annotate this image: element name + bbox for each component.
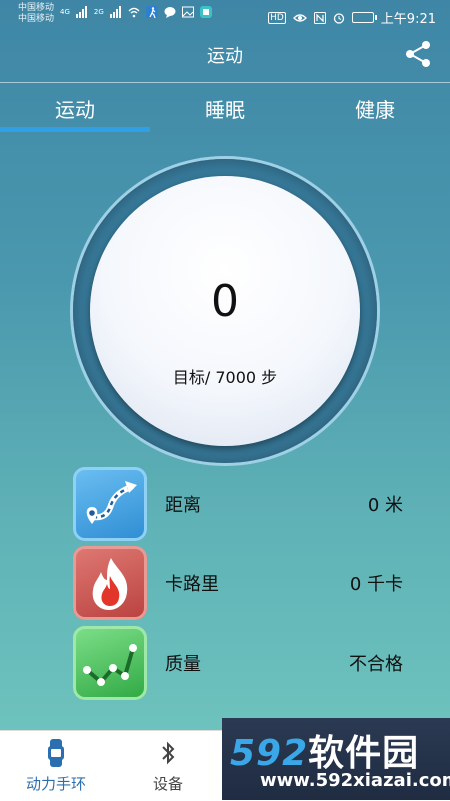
- stat-calories-label: 卡路里: [165, 574, 219, 595]
- alarm-icon: [333, 12, 344, 24]
- tab-exercise[interactable]: 运动: [0, 90, 150, 132]
- step-count: 0: [211, 276, 239, 327]
- status-bar: 中国移动 中国移动 4G 2G HD 上午9:21: [0, 0, 450, 30]
- chat-icon: [164, 7, 176, 18]
- status-icons-right: HD 上午9:21: [268, 8, 436, 27]
- status-icons-left: 4G 2G: [60, 6, 212, 18]
- step-dial: 0 目标/ 7000 步: [73, 159, 377, 463]
- carrier-labels: 中国移动 中国移动: [18, 3, 54, 25]
- stat-distance: 距离 0 米: [73, 467, 403, 541]
- tab-health[interactable]: 健康: [300, 90, 450, 130]
- hd-badge: HD: [268, 11, 286, 24]
- stat-calories: 卡路里 0 千卡: [73, 546, 403, 620]
- eye-icon: [292, 13, 307, 22]
- flame-icon: [73, 546, 147, 620]
- nav-devices-label: 设备: [152, 775, 183, 793]
- nav-power-band[interactable]: 动力手环: [0, 731, 112, 801]
- quality-chart-icon: [73, 626, 147, 700]
- step-dial-face: 0 目标/ 7000 步: [90, 176, 360, 446]
- route-icon: [73, 467, 147, 541]
- photo-icon: [181, 6, 194, 18]
- watermark-brand: 592软件园: [230, 733, 420, 774]
- tab-bar: 运动 睡眠 健康: [0, 90, 450, 132]
- band-icon: [48, 739, 64, 767]
- battery-icon: [351, 12, 377, 23]
- share-icon[interactable]: [402, 38, 434, 70]
- network-4g-label: 4G: [60, 8, 70, 16]
- goal-value: 7000: [215, 368, 257, 387]
- stat-distance-label: 距离: [165, 495, 201, 516]
- bluetooth-icon: [162, 741, 175, 765]
- carrier-2: 中国移动: [18, 14, 55, 24]
- carrier-1: 中国移动: [18, 3, 55, 13]
- stat-distance-value: 0 米: [367, 495, 403, 516]
- step-goal: 目标/ 7000 步: [90, 364, 360, 388]
- signal-icon: [109, 6, 121, 18]
- nfc-icon: [313, 11, 326, 24]
- stat-quality: 质量 不合格: [73, 626, 403, 700]
- stat-calories-value: 0 千卡: [349, 574, 403, 595]
- goal-prefix: 目标/: [172, 368, 211, 387]
- nav-power-band-label: 动力手环: [25, 775, 86, 793]
- status-time: 上午9:21: [380, 12, 436, 27]
- watermark-logo: 592软件园 www.592xiazai.com: [222, 718, 450, 800]
- nav-devices[interactable]: 设备: [112, 731, 224, 801]
- watermark-url: www.592xiazai.com: [260, 770, 450, 791]
- goal-unit: 步: [261, 368, 278, 387]
- app-bar: 运动: [0, 30, 450, 83]
- runner-icon: [145, 6, 158, 18]
- app-notification-icon: [199, 6, 212, 18]
- wifi-icon: [128, 7, 140, 18]
- tab-sleep[interactable]: 睡眠: [150, 90, 300, 130]
- stat-quality-label: 质量: [165, 654, 201, 675]
- stat-quality-value: 不合格: [349, 654, 403, 675]
- signal-icon: [75, 6, 87, 18]
- page-title: 运动: [207, 46, 243, 67]
- network-2g-label: 2G: [93, 8, 104, 16]
